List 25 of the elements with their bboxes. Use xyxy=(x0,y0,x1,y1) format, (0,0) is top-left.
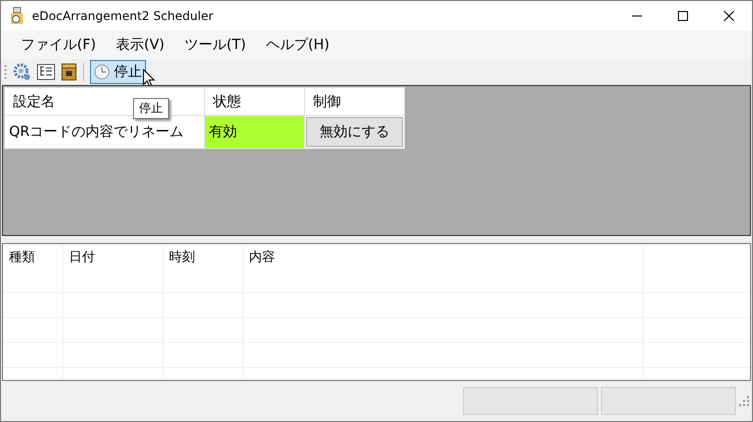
close-icon[interactable] xyxy=(724,11,734,21)
menu-item[interactable]: ファイル(F) xyxy=(11,36,106,54)
cursor-icon xyxy=(143,69,155,88)
menu-item[interactable]: ヘルプ(H) xyxy=(256,36,340,54)
column-header: 種類 xyxy=(3,244,63,292)
gear-icon[interactable] xyxy=(13,63,31,81)
maximize-icon[interactable] xyxy=(678,11,688,21)
resize-grip-icon[interactable] xyxy=(739,396,749,406)
column-header: 制御 xyxy=(304,88,404,116)
tooltip: 停止 xyxy=(133,98,169,119)
tree-view-icon[interactable] xyxy=(37,64,55,80)
table-cell: QRコードの内容でリネーム xyxy=(4,116,204,148)
column-header: 時刻 xyxy=(163,244,243,292)
column-header: 内容 xyxy=(243,244,643,292)
status-cell: 有効 xyxy=(204,116,304,148)
clock-icon xyxy=(94,64,110,80)
column-header: 日付 xyxy=(63,244,163,292)
menu-item[interactable]: ツール(T) xyxy=(174,36,256,54)
app-icon xyxy=(10,7,24,25)
stop-button[interactable]: 停止 xyxy=(90,60,146,84)
grip-icon xyxy=(4,64,7,80)
window-title: eDocArrangement2 Scheduler xyxy=(32,9,214,23)
menu-item[interactable]: 表示(V) xyxy=(106,36,174,54)
box-icon[interactable] xyxy=(61,63,77,81)
disable-button[interactable]: 無効にする xyxy=(306,117,403,147)
